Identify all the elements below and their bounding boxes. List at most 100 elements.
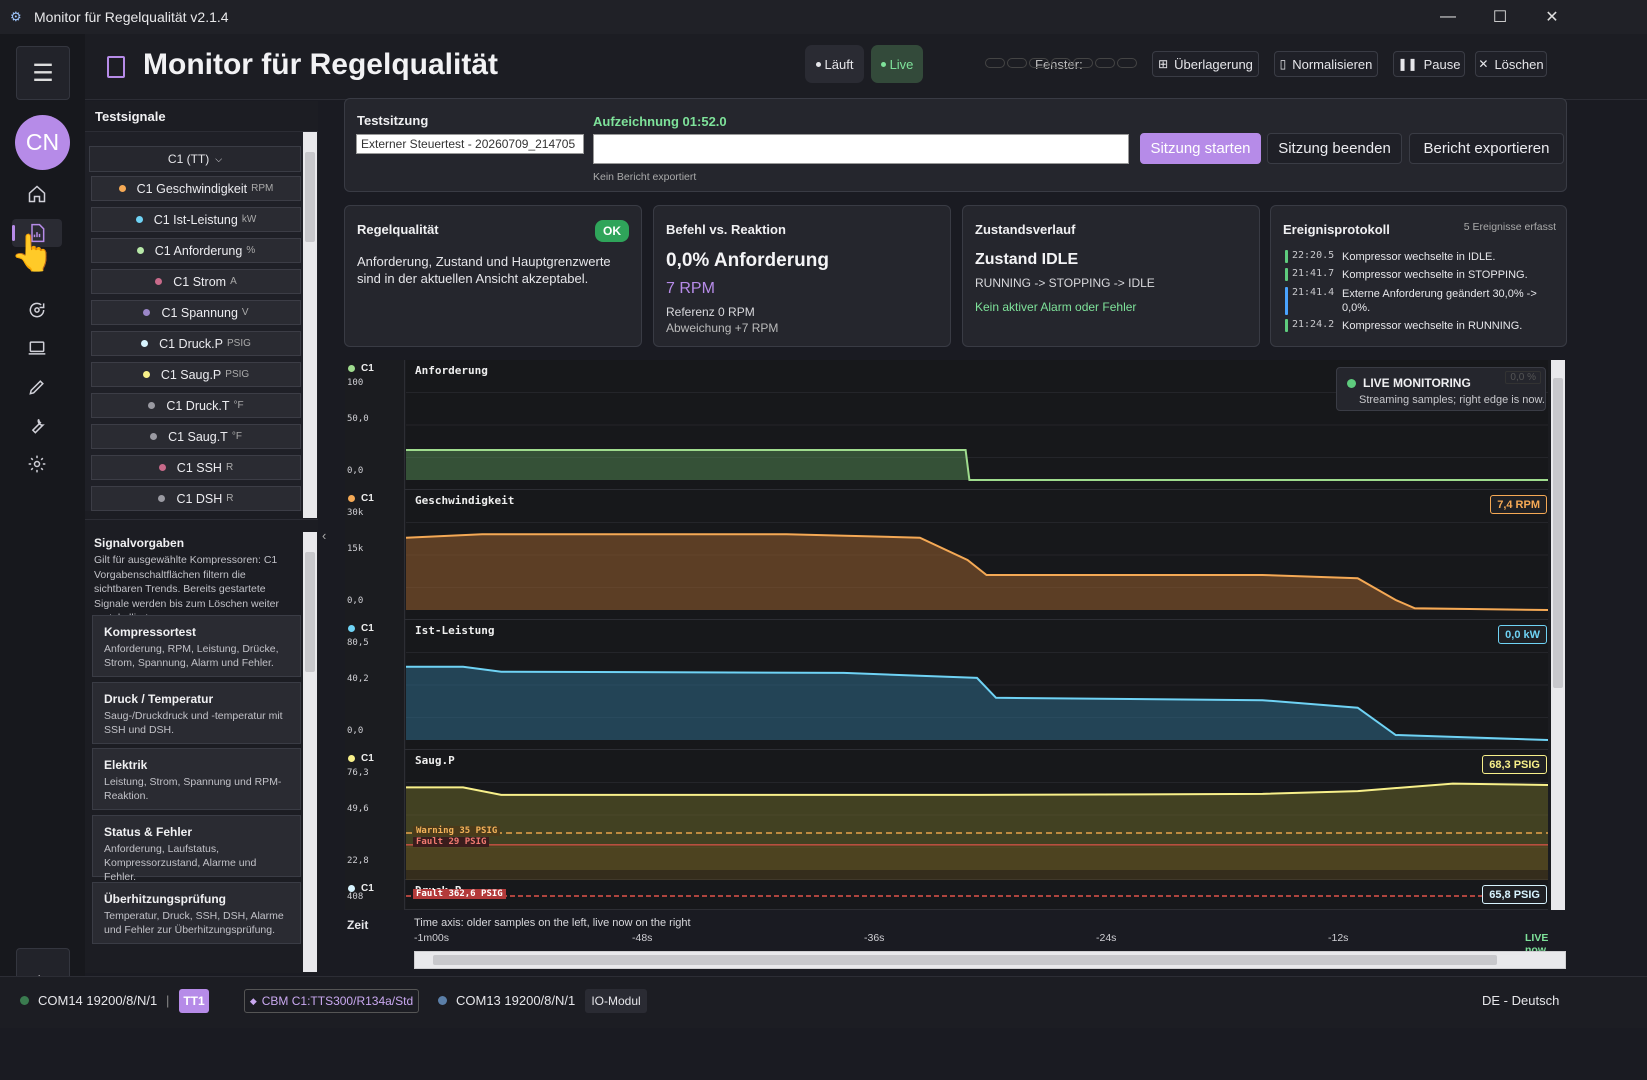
page-title: Monitor für Regelqualität [143, 48, 498, 81]
y-tick: 40,2 [347, 674, 369, 684]
signal-item[interactable]: C1 Saug.P PSIG [91, 362, 301, 387]
preset-title: Druck / Temperatur [104, 692, 214, 706]
ghost-value: 0,0 % [1505, 371, 1541, 384]
signal-color-dot-icon [158, 495, 166, 502]
session-id-input[interactable]: Externer Steuertest - 20260709_214705 [356, 134, 584, 154]
signal-item[interactable]: C1 Ist-Leistung kW [91, 207, 301, 232]
signal-item[interactable]: C1 Saug.T °F [91, 424, 301, 449]
fault-threshold-label: Fault 29 PSIG [413, 837, 490, 847]
preset-card[interactable]: Status & Fehler Anforderung, Laufstatus, … [92, 815, 301, 883]
collapse-sidebar-chevron-icon[interactable]: ‹ [322, 528, 326, 543]
signal-item[interactable]: C1 Geschwindigkeit RPM [91, 176, 301, 201]
live-toggle[interactable]: Live [871, 45, 923, 83]
y-tick: 0,0 [347, 726, 364, 736]
preset-desc: Saug-/Druckdruck und -temperatur mit SSH… [104, 710, 283, 736]
event-entry: 21:41.4 Externe Anforderung geändert 30,0… [1285, 287, 1552, 315]
current-value-badge: 7,4 RPM [1490, 495, 1547, 514]
preset-card[interactable]: Elektrik Leistung, Strom, Spannung und RP… [92, 748, 301, 810]
signal-item[interactable]: C1 Anforderung% [91, 238, 301, 263]
preset-card[interactable]: Kompressortest Anforderung, RPM, Leistung… [92, 615, 301, 677]
signal-item[interactable]: C1 Strom A [91, 269, 301, 294]
signal-label: C1 DSH [176, 491, 223, 506]
signal-list: C1 (TT) ⌵ C1 Geschwindigkeit RPM C1 Ist-Lei… [85, 131, 318, 518]
export-report-button[interactable]: Bericht exportieren [1409, 133, 1564, 164]
y-tick: 22,8 [347, 856, 369, 866]
signal-unit: PSIG [225, 369, 250, 380]
plot-y-axis: C1 408 [345, 880, 405, 910]
io-module-tag[interactable]: IO-Modul [585, 989, 647, 1013]
preset-title: Kompressortest [104, 625, 197, 639]
signal-label: C1 Geschwindigkeit [136, 181, 248, 196]
plot-series-tag: C1 [348, 623, 374, 634]
minimize-button[interactable]: — [1422, 0, 1474, 34]
menu-button[interactable]: ☰ [16, 46, 70, 100]
normalize-button[interactable]: ▯ Normalisieren [1274, 51, 1378, 77]
preset-card[interactable]: Druck / Temperatur Saug-/Druckdruck und -… [92, 682, 301, 744]
signal-item[interactable]: C1 SSH R [91, 455, 301, 480]
rpm-value: 7 RPM [666, 280, 715, 297]
window-option[interactable] [1117, 58, 1137, 68]
nav-refresh[interactable] [22, 296, 52, 324]
fault-threshold-label: Fault 362,6 PSIG [413, 889, 506, 899]
signal-label: C1 Spannung [161, 305, 238, 320]
window-option[interactable] [1029, 58, 1049, 68]
signal-item[interactable]: C1 Druck.T °F [91, 393, 301, 418]
y-tick: 76,3 [347, 768, 369, 778]
signal-unit: °F [233, 400, 244, 411]
preset-desc: Anforderung, RPM, Leistung, Drücke, Stro… [104, 643, 279, 669]
tt-tag[interactable]: TT1 [179, 989, 209, 1013]
cbm-tag[interactable]: ◆ CBM C1:TTS300/R134a/Std [244, 989, 419, 1013]
preset-desc: Leistung, Strom, Spannung und RPM-Reakti… [104, 776, 282, 802]
event-time: 21:41.7 [1292, 268, 1335, 279]
nav-home[interactable] [22, 180, 52, 208]
report-status: Kein Bericht exportiert [593, 171, 697, 183]
window-titlebar: ⚙ Monitor für Regelqualität v2.1.4 — ☐ ✕ [0, 0, 1647, 34]
signal-list-scrollbar[interactable] [303, 132, 317, 518]
time-tick: -24s [1096, 932, 1117, 944]
preset-card[interactable]: Überhitzungsprüfung Temperatur, Druck, SS… [92, 882, 301, 944]
plot-y-axis: C1 80,5 40,2 0,0 [345, 620, 405, 750]
trend-plots: C1 100 50,0 0,0 Anforderung C1 30k 15k 0,0 Geschw… [345, 360, 1565, 910]
nav-settings[interactable] [22, 450, 52, 478]
event-marker [1285, 250, 1288, 263]
window-option[interactable] [1095, 58, 1115, 68]
command-title: Befehl vs. Reaktion [666, 222, 786, 237]
event-log-card: Ereignisprotokoll 5 Ereignisse erfasst 2… [1270, 205, 1567, 347]
event-marker [1285, 268, 1288, 281]
signal-color-dot-icon [141, 340, 149, 347]
signal-item[interactable]: C1 DSH R [91, 486, 301, 511]
overlay-button[interactable]: ⊞ Überlagerung [1152, 51, 1259, 77]
page-header: Monitor für Regelqualität Läuft Live Fen… [85, 34, 1647, 100]
com14-status: COM14 19200/8/N/1 [38, 993, 158, 1008]
nav-tools[interactable] [22, 412, 52, 440]
end-session-button[interactable]: Sitzung beenden [1267, 133, 1402, 164]
time-scrollbar[interactable] [414, 951, 1566, 969]
event-time: 22:20.5 [1292, 250, 1335, 261]
clear-button[interactable]: ✕ Löschen [1475, 51, 1547, 77]
y-tick: 80,5 [347, 638, 369, 648]
window-option[interactable] [1007, 58, 1027, 68]
presets-scrollbar[interactable] [303, 532, 317, 972]
maximize-button[interactable]: ☐ [1474, 0, 1526, 34]
nav-device[interactable] [22, 334, 52, 362]
avatar[interactable]: CN [15, 115, 70, 170]
y-tick: 100 [347, 378, 364, 388]
plots-scrollbar[interactable] [1551, 360, 1565, 910]
preset-desc: Temperatur, Druck, SSH, DSH, Alarme und … [104, 910, 284, 936]
signal-label: C1 Ist-Leistung [153, 212, 238, 227]
window-option[interactable] [985, 58, 1005, 68]
window-option[interactable] [1051, 58, 1071, 68]
window-option[interactable] [1073, 58, 1093, 68]
plot-series-tag: C1 [348, 363, 374, 374]
time-tick: -48s [632, 932, 653, 944]
app-icon: ⚙ [10, 9, 22, 24]
start-session-button[interactable]: Sitzung starten [1140, 133, 1261, 164]
close-window-button[interactable]: ✕ [1526, 0, 1578, 34]
signal-item[interactable]: C1 Spannung V [91, 300, 301, 325]
nav-edit[interactable] [22, 373, 52, 401]
signal-color-dot-icon [158, 464, 166, 471]
compressor-select[interactable]: C1 (TT) ⌵ [89, 146, 301, 172]
signal-item[interactable]: C1 Druck.P PSIG [91, 331, 301, 356]
language-selector[interactable]: DE - Deutsch [1482, 993, 1559, 1008]
pause-button[interactable]: ❚❚ Pause [1393, 51, 1465, 77]
